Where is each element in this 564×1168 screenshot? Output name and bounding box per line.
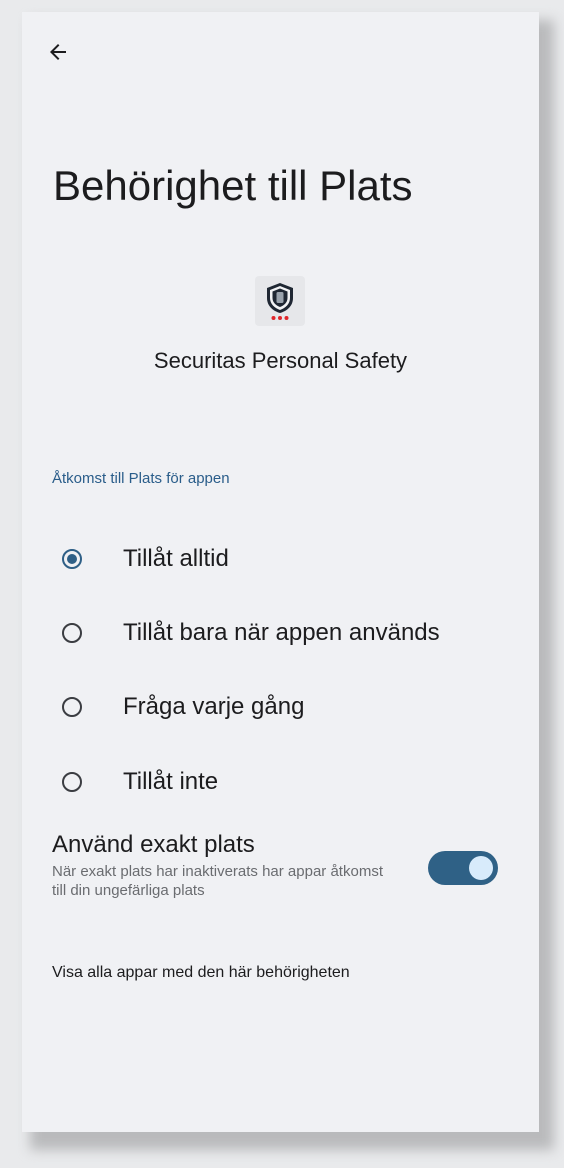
radio-option-deny[interactable]: Tillåt inte — [48, 754, 518, 810]
radio-option-allow-while-using[interactable]: Tillåt bara när appen används — [48, 605, 518, 661]
see-all-apps-link[interactable]: Visa alla appar med den här behörigheten — [52, 962, 350, 984]
precise-location-description: När exakt plats har inaktiverats har app… — [52, 863, 383, 899]
radio-option-ask-every-time[interactable]: Fråga varje gång — [48, 679, 518, 735]
page-title: Behörighet till Plats — [53, 162, 413, 209]
precise-location-setting[interactable]: Använd exakt plats När exakt plats har i… — [52, 828, 512, 908]
radio-label: Tillåt alltid — [123, 545, 229, 572]
radio-option-allow-always[interactable]: Tillåt alltid — [48, 531, 518, 587]
radio-label: Tillåt bara när appen används — [123, 619, 440, 646]
app-icon — [255, 276, 305, 326]
app-name: Securitas Personal Safety — [153, 348, 408, 373]
radio-label: Fråga varje gång — [123, 693, 305, 720]
precise-location-title: Använd exakt plats — [52, 831, 255, 858]
radio-button[interactable] — [48, 683, 96, 731]
settings-screen: Behörighet till Plats Securitas Personal… — [22, 12, 539, 1132]
toggle-knob — [469, 856, 493, 880]
shield-icon — [267, 283, 293, 320]
radio-button[interactable] — [48, 758, 96, 806]
section-label: Åtkomst till Plats för appen — [52, 470, 230, 487]
radio-label: Tillåt inte — [123, 768, 219, 795]
radio-button-checked[interactable] — [48, 535, 96, 583]
radio-button[interactable] — [48, 609, 96, 657]
arrow-left-icon — [50, 44, 66, 60]
precise-location-toggle[interactable] — [428, 851, 498, 885]
back-button[interactable] — [42, 36, 74, 68]
